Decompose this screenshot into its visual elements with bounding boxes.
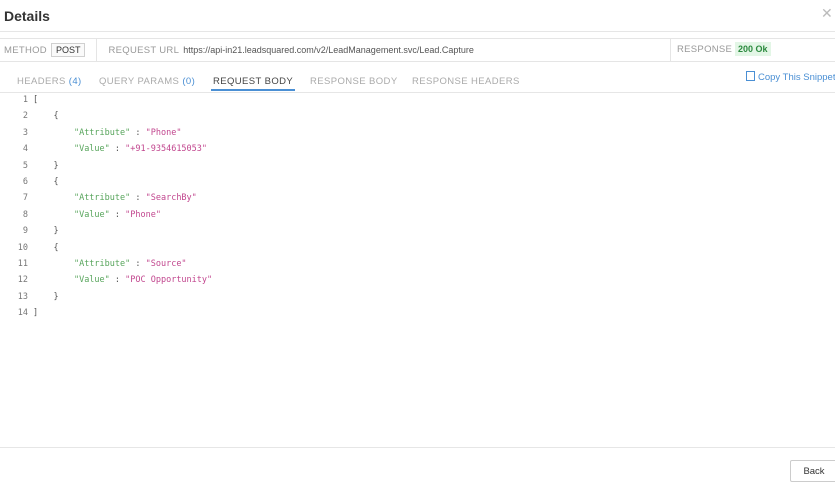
line-number: 7 <box>22 193 28 204</box>
dialog-title: Details <box>4 8 50 24</box>
request-url: https://api-in21.leadsquared.com/v2/Lead… <box>183 45 474 55</box>
code-line: 6 { <box>0 174 835 190</box>
tab-label: REQUEST BODY <box>213 76 294 87</box>
json-value: "+91-9354615053" <box>125 144 208 155</box>
code-line: 2 { <box>0 108 835 124</box>
line-number: 12 <box>17 275 28 286</box>
code-line: 13 } <box>0 289 835 305</box>
tab-bar: HEADERS (4) QUERY PARAMS (0) REQUEST BOD… <box>0 70 835 93</box>
code-text: "Value" : "Phone" <box>73 209 161 220</box>
code-line: 10 { <box>0 240 835 256</box>
code-line: 11 "Attribute" : "Source" <box>0 256 835 272</box>
tab-headers[interactable]: HEADERS (4) <box>17 76 82 87</box>
code-line: 9 } <box>0 223 835 239</box>
line-number: 6 <box>22 177 28 187</box>
json-key: "Value" <box>73 209 110 220</box>
json-key: "Attribute" <box>73 259 131 269</box>
code-line: 4 "Value" : "+91-9354615053" <box>0 141 835 157</box>
copy-snippet-link[interactable]: Copy This Snippet <box>746 70 835 83</box>
code-text: "Attribute" : "SearchBy" <box>73 193 197 204</box>
close-icon[interactable]: ✕ <box>821 6 835 20</box>
method-label: METHOD <box>4 44 47 56</box>
code-line: 14] <box>0 305 835 321</box>
line-number: 9 <box>22 226 28 237</box>
response-status-badge: 200 Ok <box>735 42 771 56</box>
code-text: { <box>33 111 59 122</box>
back-button[interactable]: Back <box>790 460 835 482</box>
line-number: 3 <box>22 127 28 138</box>
line-number: 4 <box>22 144 28 155</box>
code-text: "Attribute" : "Source" <box>73 259 187 269</box>
code-text: } <box>33 226 59 237</box>
tab-count: (0) <box>182 76 196 87</box>
divider <box>96 39 98 61</box>
code-line: 8 "Value" : "Phone" <box>0 207 835 223</box>
line-number: 10 <box>17 242 28 253</box>
tab-query-params[interactable]: QUERY PARAMS (0) <box>99 76 195 87</box>
line-number: 13 <box>17 291 28 302</box>
url-label: REQUEST URL <box>108 44 180 56</box>
line-number: 8 <box>22 209 28 220</box>
tab-label: RESPONSE HEADERS <box>412 76 520 87</box>
tab-label: RESPONSE BODY <box>310 76 398 87</box>
code-text: "Value" : "POC Opportunity" <box>73 275 213 286</box>
code-text: { <box>33 242 59 253</box>
json-value: "Phone" <box>145 127 182 138</box>
tab-response-body[interactable]: RESPONSE BODY <box>310 76 398 87</box>
line-number: 11 <box>17 259 28 269</box>
code-line: 5 } <box>0 158 835 174</box>
active-tab-indicator <box>211 89 295 91</box>
code-line: 12 "Value" : "POC Opportunity" <box>0 272 835 288</box>
code-text: ] <box>33 308 39 319</box>
json-key: "Value" <box>73 144 110 155</box>
code-line: 3 "Attribute" : "Phone" <box>0 125 835 141</box>
json-key: "Attribute" <box>73 127 131 138</box>
method-badge: POST <box>50 43 86 57</box>
code-viewer: 1[2 {3 "Attribute" : "Phone" 4 "Value" : … <box>0 92 835 324</box>
copy-label: Copy This Snippet <box>758 72 835 83</box>
tab-response-headers[interactable]: RESPONSE HEADERS <box>412 76 520 87</box>
response-label: RESPONSE <box>677 44 733 55</box>
code-text: [ <box>33 95 39 105</box>
header-divider <box>0 31 835 32</box>
line-number: 5 <box>22 160 28 171</box>
json-value: "POC Opportunity" <box>125 275 213 286</box>
footer-divider <box>0 447 835 448</box>
code-text: } <box>33 291 59 302</box>
code-line: 1[ <box>0 92 835 108</box>
code-line: 7 "Attribute" : "SearchBy" <box>0 190 835 206</box>
code-text: } <box>33 160 59 171</box>
code-text: { <box>33 177 59 187</box>
json-value: "SearchBy" <box>145 193 197 204</box>
request-summary-bar: METHOD POST REQUEST URL https://api-in21… <box>0 38 835 62</box>
code-text: "Value" : "+91-9354615053" <box>73 144 208 155</box>
line-number: 14 <box>17 308 28 319</box>
json-value: "Source" <box>145 259 187 269</box>
json-key: "Value" <box>73 275 110 286</box>
line-number: 2 <box>22 111 28 122</box>
divider <box>670 39 671 61</box>
json-value: "Phone" <box>125 209 161 220</box>
line-number: 1 <box>22 95 28 105</box>
code-text: "Attribute" : "Phone" <box>73 127 182 138</box>
json-key: "Attribute" <box>73 193 131 204</box>
tab-request-body[interactable]: REQUEST BODY <box>213 76 293 87</box>
tab-count: (4) <box>68 76 82 87</box>
copy-icon <box>746 71 755 81</box>
tab-label: HEADERS <box>17 76 66 87</box>
tab-label: QUERY PARAMS <box>99 76 180 87</box>
